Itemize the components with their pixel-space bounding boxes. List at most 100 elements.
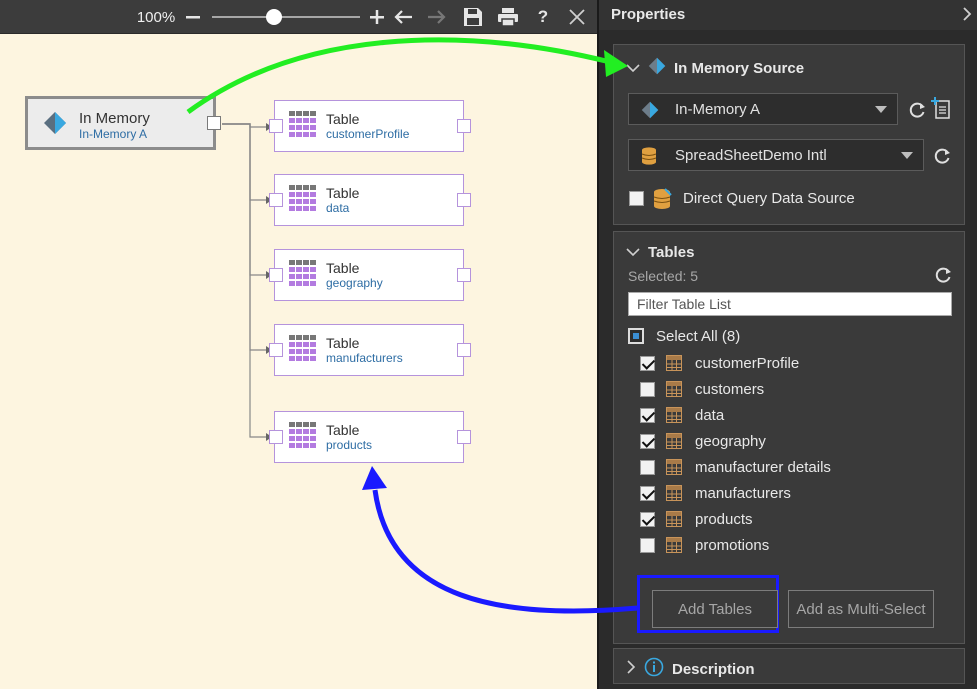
model-canvas[interactable]: In Memory In-Memory A Table customerProf… bbox=[0, 0, 597, 689]
source-section-title: In Memory Source bbox=[674, 59, 805, 77]
table-icon bbox=[666, 459, 682, 480]
caret-down-icon bbox=[875, 106, 887, 113]
table-icon bbox=[666, 355, 682, 376]
table-list-label: promotions bbox=[695, 537, 770, 554]
table-grid-icon bbox=[289, 422, 317, 453]
zoom-in-button[interactable] bbox=[366, 4, 388, 30]
tables-section-title: Tables bbox=[648, 244, 695, 261]
table-node-title: Table bbox=[326, 335, 360, 351]
database-icon bbox=[641, 147, 657, 170]
table-icon bbox=[666, 407, 682, 428]
table-node-name: manufacturers bbox=[326, 351, 403, 365]
zoom-out-button[interactable] bbox=[182, 4, 204, 30]
table-node-name: geography bbox=[326, 276, 383, 290]
table-checkbox[interactable] bbox=[640, 356, 655, 371]
add-source-button[interactable] bbox=[930, 97, 952, 119]
save-button[interactable] bbox=[460, 4, 486, 30]
redo-button[interactable] bbox=[425, 4, 449, 30]
table-icon bbox=[666, 433, 682, 454]
direct-query-label: Direct Query Data Source bbox=[683, 190, 855, 207]
table-list-item[interactable]: manufacturer details bbox=[640, 456, 940, 480]
chevron-down-icon bbox=[626, 244, 640, 261]
help-button[interactable]: ? bbox=[532, 4, 554, 30]
table-checkbox[interactable] bbox=[640, 408, 655, 423]
chevron-down-icon bbox=[626, 60, 640, 77]
description-section-header[interactable]: Description bbox=[626, 657, 755, 681]
table-node-name: products bbox=[326, 438, 373, 452]
table-icon bbox=[666, 381, 682, 402]
table-output-port[interactable] bbox=[457, 343, 471, 357]
table-checkbox[interactable] bbox=[640, 382, 655, 397]
zoom-slider-handle[interactable] bbox=[266, 9, 282, 25]
table-input-port[interactable] bbox=[269, 119, 283, 133]
print-button[interactable] bbox=[495, 4, 521, 30]
table-icon bbox=[666, 537, 682, 558]
table-output-port[interactable] bbox=[457, 119, 471, 133]
table-input-port[interactable] bbox=[269, 430, 283, 444]
in-memory-diamond-icon bbox=[43, 111, 67, 140]
table-node-title: Table bbox=[326, 422, 360, 438]
select-all-checkbox[interactable] bbox=[628, 328, 644, 344]
table-output-port[interactable] bbox=[457, 193, 471, 207]
table-grid-icon bbox=[289, 111, 317, 142]
table-node-geography[interactable]: Table geography bbox=[269, 249, 471, 301]
in-memory-source-node[interactable]: In Memory In-Memory A bbox=[25, 96, 216, 150]
source-node-subtitle: In-Memory A bbox=[79, 127, 148, 141]
table-input-port[interactable] bbox=[269, 193, 283, 207]
add-as-multi-select-button[interactable]: Add as Multi-Select bbox=[788, 590, 934, 628]
refresh-source-button[interactable] bbox=[906, 99, 928, 121]
select-all-label: Select All (8) bbox=[656, 328, 741, 345]
canvas-toolbar: 100% ? bbox=[0, 0, 597, 34]
table-checkbox[interactable] bbox=[640, 538, 655, 553]
table-list-item[interactable]: customers bbox=[640, 378, 940, 402]
add-tables-button[interactable]: Add Tables bbox=[652, 590, 778, 628]
description-section: Description bbox=[613, 648, 965, 684]
table-list-item[interactable]: data bbox=[640, 404, 940, 428]
table-node-customerprofile[interactable]: Table customerProfile bbox=[269, 100, 471, 152]
table-input-port[interactable] bbox=[269, 268, 283, 282]
table-node-title: Table bbox=[326, 185, 360, 201]
tables-section-header[interactable]: Tables bbox=[626, 244, 694, 261]
table-icon bbox=[666, 485, 682, 506]
zoom-level-label: 100% bbox=[136, 8, 176, 26]
table-node-name: customerProfile bbox=[326, 127, 410, 141]
description-section-title: Description bbox=[672, 660, 755, 678]
source-output-port[interactable] bbox=[207, 116, 221, 130]
table-list-item[interactable]: customerProfile bbox=[640, 352, 940, 376]
spreadsheet-select[interactable]: SpreadSheetDemo Intl bbox=[628, 139, 924, 171]
zoom-slider[interactable] bbox=[212, 4, 360, 30]
table-node-manufacturers[interactable]: Table manufacturers bbox=[269, 324, 471, 376]
table-list-item[interactable]: geography bbox=[640, 430, 940, 454]
plus-icon bbox=[370, 10, 384, 24]
table-checkbox[interactable] bbox=[640, 460, 655, 475]
caret-down-icon bbox=[901, 152, 913, 159]
refresh-spreadsheet-button[interactable] bbox=[931, 145, 953, 167]
table-input-port[interactable] bbox=[269, 343, 283, 357]
floppy-disk-icon bbox=[464, 8, 482, 26]
table-list-label: manufacturer details bbox=[695, 459, 831, 476]
table-list-item[interactable]: manufacturers bbox=[640, 482, 940, 506]
undo-button[interactable] bbox=[391, 4, 415, 30]
table-output-port[interactable] bbox=[457, 430, 471, 444]
table-grid-icon bbox=[289, 185, 317, 216]
table-checkbox[interactable] bbox=[640, 486, 655, 501]
table-checkbox[interactable] bbox=[640, 434, 655, 449]
in-memory-diamond-icon bbox=[648, 57, 666, 79]
in-memory-source-section: In Memory Source In-Memory A SpreadSheet… bbox=[613, 44, 965, 225]
source-select[interactable]: In-Memory A bbox=[628, 93, 898, 125]
table-list-label: data bbox=[695, 407, 725, 424]
source-section-header[interactable]: In Memory Source bbox=[626, 57, 804, 79]
table-checkbox[interactable] bbox=[640, 512, 655, 527]
table-output-port[interactable] bbox=[457, 268, 471, 282]
refresh-tables-button[interactable] bbox=[932, 264, 954, 286]
filter-table-input[interactable] bbox=[628, 292, 952, 316]
direct-query-checkbox[interactable] bbox=[629, 191, 644, 206]
close-button[interactable] bbox=[564, 4, 590, 30]
chevron-right-icon[interactable] bbox=[961, 6, 973, 27]
table-node-products[interactable]: Table products bbox=[269, 411, 471, 463]
refresh-icon bbox=[909, 102, 925, 118]
table-node-data[interactable]: Table data bbox=[269, 174, 471, 226]
table-list-item[interactable]: promotions bbox=[640, 534, 940, 558]
database-icon bbox=[652, 188, 672, 215]
table-list-item[interactable]: products bbox=[640, 508, 940, 532]
